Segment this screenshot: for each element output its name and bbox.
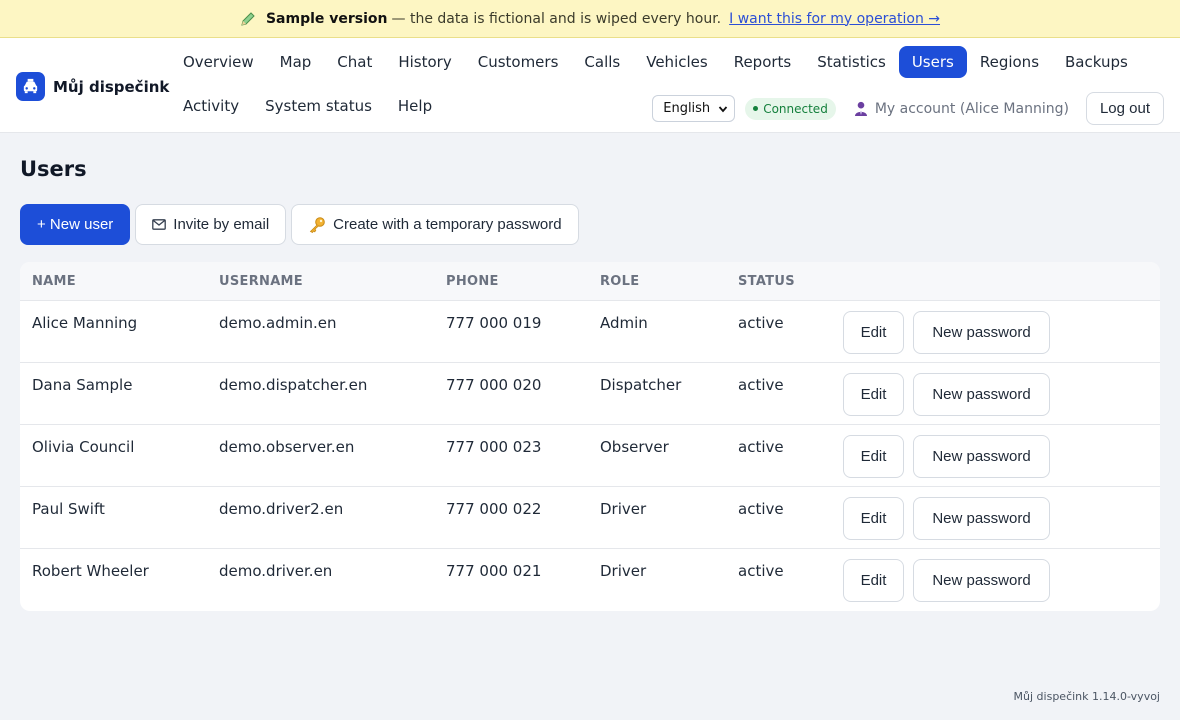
cell-name: Dana Sample	[32, 376, 133, 394]
new-password-button[interactable]: New password	[913, 559, 1050, 602]
new-password-button[interactable]: New password	[913, 373, 1050, 416]
cell-phone: 777 000 020	[446, 376, 542, 394]
nav-regions[interactable]: Regions	[967, 46, 1052, 78]
table-header: NAME USERNAME PHONE ROLE STATUS	[20, 262, 1160, 301]
users-table: NAME USERNAME PHONE ROLE STATUS Alice Ma…	[20, 262, 1160, 611]
nav-vehicles[interactable]: Vehicles	[633, 46, 720, 78]
connection-status-label: Connected	[763, 101, 828, 116]
header-name: NAME	[32, 274, 76, 289]
nav-chat[interactable]: Chat	[324, 46, 385, 78]
new-user-label: + New user	[37, 216, 114, 233]
nav-map[interactable]: Map	[267, 46, 325, 78]
nav-backups[interactable]: Backups	[1052, 46, 1141, 78]
status-dot-icon	[753, 106, 759, 111]
cell-username: demo.driver2.en	[219, 500, 344, 518]
key-icon	[309, 216, 325, 233]
taxi-icon	[16, 72, 45, 101]
banner-title: Sample version	[265, 10, 388, 27]
edit-button[interactable]: Edit	[843, 435, 904, 478]
cell-status: active	[738, 438, 784, 456]
pencil-icon	[240, 11, 256, 27]
main-nav-row-2: Activity System status Help	[170, 90, 445, 122]
header-tools: English Connected My account (Alice Mann…	[652, 92, 1164, 125]
temp-password-label: Create with a temporary password	[333, 216, 562, 233]
language-value: English	[663, 101, 711, 116]
cell-role: Admin	[600, 314, 648, 332]
mail-icon	[152, 219, 167, 230]
nav-statistics[interactable]: Statistics	[804, 46, 899, 78]
brand-name: Můj dispečink	[53, 77, 170, 96]
nav-customers[interactable]: Customers	[465, 46, 572, 78]
cell-username: demo.observer.en	[219, 438, 355, 456]
nav-calls[interactable]: Calls	[571, 46, 633, 78]
edit-button[interactable]: Edit	[843, 373, 904, 416]
table-row: Robert Wheeler demo.driver.en 777 000 02…	[20, 549, 1160, 611]
top-header: Můj dispečink Overview Map Chat History …	[0, 38, 1180, 133]
chevron-down-icon	[719, 105, 728, 112]
cell-status: active	[738, 376, 784, 394]
edit-button[interactable]: Edit	[843, 497, 904, 540]
app-version: Můj dispečink 1.14.0-vyvoj	[1013, 690, 1160, 703]
cell-name: Paul Swift	[32, 500, 105, 518]
table-row: Olivia Council demo.observer.en 777 000 …	[20, 425, 1160, 487]
language-select[interactable]: English	[652, 95, 736, 122]
cell-username: demo.admin.en	[219, 314, 337, 332]
cell-status: active	[738, 500, 784, 518]
cell-name: Olivia Council	[32, 438, 135, 456]
cell-role: Driver	[600, 562, 647, 580]
nav-overview[interactable]: Overview	[170, 46, 267, 78]
nav-users[interactable]: Users	[898, 46, 967, 78]
header-status: STATUS	[738, 274, 795, 289]
cell-status: active	[738, 314, 784, 332]
my-account-link[interactable]: My account (Alice Manning)	[854, 101, 1069, 117]
header-role: ROLE	[600, 274, 640, 289]
nav-help[interactable]: Help	[385, 90, 445, 122]
invite-by-email-button[interactable]: Invite by email	[135, 204, 287, 245]
table-row: Dana Sample demo.dispatcher.en 777 000 0…	[20, 363, 1160, 425]
connection-status-badge: Connected	[745, 97, 836, 120]
account-label: My account (Alice Manning)	[874, 100, 1069, 117]
cell-phone: 777 000 021	[446, 562, 542, 580]
main-nav-row-1: Overview Map Chat History Customers Call…	[170, 46, 1141, 78]
nav-reports[interactable]: Reports	[721, 46, 805, 78]
new-password-button[interactable]: New password	[913, 497, 1050, 540]
cell-name: Robert Wheeler	[32, 562, 149, 580]
header-username: USERNAME	[219, 274, 303, 289]
cell-phone: 777 000 023	[446, 438, 542, 456]
cell-role: Dispatcher	[600, 376, 682, 394]
nav-activity[interactable]: Activity	[170, 90, 252, 122]
table-row: Alice Manning demo.admin.en 777 000 019 …	[20, 301, 1160, 363]
cell-role: Observer	[600, 438, 669, 456]
new-password-button[interactable]: New password	[913, 435, 1050, 478]
page-title: Users	[20, 157, 87, 181]
user-actions: + New user Invite by email Create with a…	[20, 204, 579, 245]
user-icon	[854, 101, 867, 116]
new-user-button[interactable]: + New user	[20, 204, 131, 245]
banner-text: — the data is fictional and is wiped eve…	[391, 10, 722, 27]
create-temp-password-button[interactable]: Create with a temporary password	[291, 204, 579, 245]
edit-button[interactable]: Edit	[843, 311, 904, 354]
cell-username: demo.dispatcher.en	[219, 376, 368, 394]
cell-role: Driver	[600, 500, 647, 518]
cell-username: demo.driver.en	[219, 562, 333, 580]
cell-phone: 777 000 022	[446, 500, 542, 518]
cell-phone: 777 000 019	[446, 314, 542, 332]
sample-banner: Sample version — the data is fictional a…	[0, 0, 1180, 38]
cell-name: Alice Manning	[32, 314, 138, 332]
edit-button[interactable]: Edit	[843, 559, 904, 602]
logout-button[interactable]: Log out	[1085, 92, 1164, 125]
header-phone: PHONE	[446, 274, 499, 289]
nav-system-status[interactable]: System status	[252, 90, 385, 122]
nav-history[interactable]: History	[385, 46, 464, 78]
invite-label: Invite by email	[173, 216, 270, 233]
cell-status: active	[738, 562, 784, 580]
brand[interactable]: Můj dispečink	[16, 72, 169, 101]
new-password-button[interactable]: New password	[913, 311, 1050, 354]
table-row: Paul Swift demo.driver2.en 777 000 022 D…	[20, 487, 1160, 549]
banner-link[interactable]: I want this for my operation →	[729, 11, 940, 27]
